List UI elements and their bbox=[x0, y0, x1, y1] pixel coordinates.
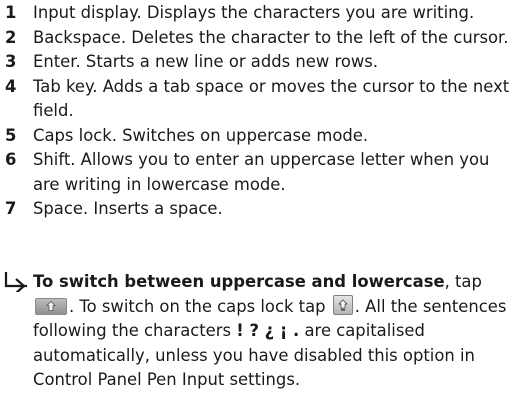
item-description: Tab key. Adds a tab space or moves the c… bbox=[33, 76, 510, 121]
shift-key-icon bbox=[35, 297, 67, 315]
item-description: Space. Inserts a space. bbox=[33, 199, 223, 218]
item-description: Shift. Allows you to enter an uppercase … bbox=[33, 150, 490, 194]
caps-lock-arrow-glyph bbox=[337, 298, 348, 310]
shift-arrow-glyph bbox=[46, 300, 56, 311]
tip-arrow-icon bbox=[3, 270, 33, 294]
list-item: 7 Space. Inserts a space. bbox=[5, 197, 515, 222]
tip-block: To switch between uppercase and lowercas… bbox=[3, 270, 515, 393]
item-description: Backspace. Deletes the character to the … bbox=[33, 27, 509, 47]
list-item: 1 Input display. Displays the characters… bbox=[5, 1, 515, 26]
trigger-characters: ! ? ¿ ¡ . bbox=[236, 321, 300, 340]
item-number: 4 bbox=[5, 76, 17, 96]
item-description: Caps lock. Switches on uppercase mode. bbox=[33, 125, 369, 145]
list-item: 2 Backspace. Deletes the character to th… bbox=[5, 26, 515, 51]
item-number: 6 bbox=[5, 150, 17, 169]
tip-text-part: , tap bbox=[444, 272, 482, 291]
item-description: Input display. Displays the characters y… bbox=[33, 3, 475, 22]
list-item: 4 Tab key. Adds a tab space or moves the… bbox=[5, 75, 515, 124]
list-item: 6 Shift. Allows you to enter an uppercas… bbox=[5, 148, 515, 197]
item-number: 7 bbox=[5, 199, 17, 218]
item-number: 3 bbox=[5, 52, 17, 71]
manual-page: 1 Input display. Displays the characters… bbox=[0, 0, 518, 408]
tip-text-part: . To switch on the caps lock tap bbox=[69, 296, 326, 316]
list-item: 3 Enter. Starts a new line or adds new r… bbox=[5, 50, 515, 75]
key-legend-list: 1 Input display. Displays the characters… bbox=[5, 1, 515, 222]
item-description: Enter. Starts a new line or adds new row… bbox=[33, 52, 379, 71]
item-number: 5 bbox=[5, 125, 17, 145]
tip-arrow-icon-svg bbox=[4, 272, 27, 294]
list-item: 5 Caps lock. Switches on uppercase mode. bbox=[5, 124, 515, 149]
caps-lock-key-icon bbox=[332, 294, 353, 315]
item-number: 1 bbox=[5, 3, 17, 22]
item-number: 2 bbox=[5, 27, 17, 47]
tip-text: To switch between uppercase and lowercas… bbox=[33, 270, 515, 393]
tip-heading: To switch between uppercase and lowercas… bbox=[33, 272, 445, 291]
